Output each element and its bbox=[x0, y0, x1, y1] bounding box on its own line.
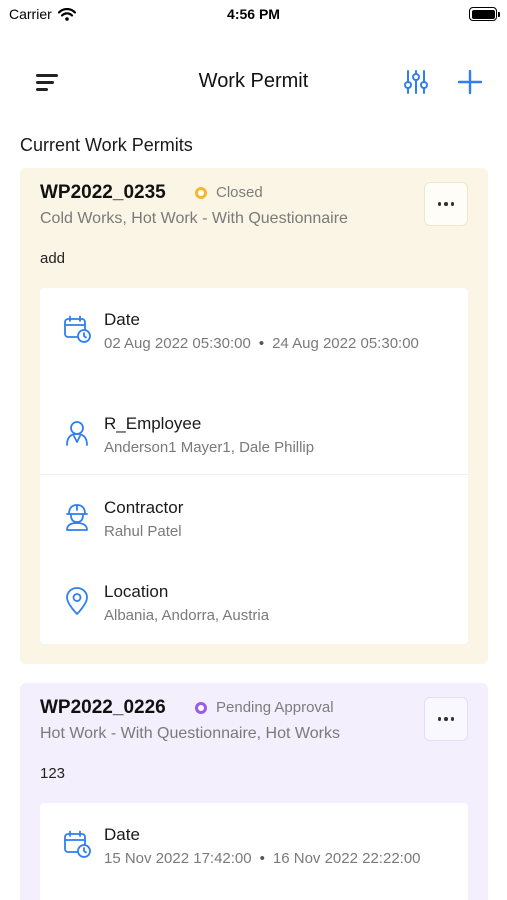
status-badge: Pending Approval bbox=[195, 699, 334, 716]
date-range: 15 Nov 2022 17:42:00 • 16 Nov 2022 22:22:0… bbox=[104, 849, 444, 868]
calendar-clock-icon bbox=[64, 830, 91, 858]
end-date: 24 Aug 2022 05:30:00 bbox=[272, 335, 419, 352]
page-title: Work Permit bbox=[198, 70, 309, 92]
battery-icon bbox=[469, 7, 500, 21]
permit-details: Date 15 Nov 2022 17:42:00 • 16 Nov 2022 22… bbox=[40, 803, 468, 900]
status-dot-icon bbox=[195, 186, 207, 199]
end-date: 16 Nov 2022 22:22:00 bbox=[272, 850, 421, 867]
contractor-value: Rahul Patel bbox=[104, 523, 182, 540]
permit-card[interactable]: WP2022_0235 Closed Cold Works, Hot Work … bbox=[20, 168, 488, 664]
menu-icon[interactable] bbox=[36, 70, 62, 94]
more-options-button[interactable] bbox=[424, 697, 468, 741]
date-separator: • bbox=[258, 335, 265, 352]
more-options-button[interactable] bbox=[424, 182, 468, 226]
permit-id: WP2022_0226 bbox=[40, 697, 166, 718]
divider bbox=[40, 474, 468, 475]
location-value: Albania, Andorra, Austria bbox=[104, 607, 270, 624]
start-date: 02 Aug 2022 05:30:00 bbox=[104, 335, 251, 352]
permit-description: add bbox=[40, 250, 66, 267]
permit-id: WP2022_0235 bbox=[40, 182, 166, 203]
permit-card[interactable]: WP2022_0226 Pending Approval Hot Work - … bbox=[20, 683, 488, 900]
status-label: Closed bbox=[216, 184, 263, 201]
section-title: Current Work Permits bbox=[20, 135, 193, 155]
status-badge: Closed bbox=[195, 184, 263, 201]
navigation-bar: Work Permit bbox=[0, 58, 507, 106]
contractor-label: Contractor bbox=[104, 498, 184, 517]
status-bar: Carrier 4:56 PM bbox=[0, 0, 507, 30]
plus-icon[interactable] bbox=[456, 68, 484, 96]
date-range: 02 Aug 2022 05:30:00 • 24 Aug 2022 05:30:0… bbox=[104, 334, 444, 353]
clock: 4:56 PM bbox=[227, 6, 280, 22]
status-label: Pending Approval bbox=[216, 699, 334, 716]
permit-details: Date 02 Aug 2022 05:30:00 • 24 Aug 2022 05… bbox=[40, 288, 468, 644]
permit-types: Hot Work - With Questionnaire, Hot Works bbox=[40, 725, 340, 742]
worker-helmet-icon bbox=[66, 504, 88, 531]
start-date: 15 Nov 2022 17:42:00 bbox=[104, 850, 252, 867]
date-separator: • bbox=[259, 850, 265, 867]
date-label: Date bbox=[104, 310, 140, 329]
employee-value: Anderson1 Mayer1, Dale Phillip bbox=[104, 439, 315, 456]
permit-description: 123 bbox=[40, 765, 66, 782]
employee-label: R_Employee bbox=[104, 414, 202, 433]
location-label: Location bbox=[104, 582, 169, 601]
employee-icon bbox=[66, 421, 88, 446]
status-dot-icon bbox=[195, 701, 207, 714]
date-label: Date bbox=[104, 825, 140, 844]
location-pin-icon bbox=[66, 587, 88, 615]
permit-types: Cold Works, Hot Work - With Questionnair… bbox=[40, 210, 348, 227]
sliders-icon[interactable] bbox=[402, 68, 430, 96]
calendar-clock-icon bbox=[64, 315, 91, 343]
